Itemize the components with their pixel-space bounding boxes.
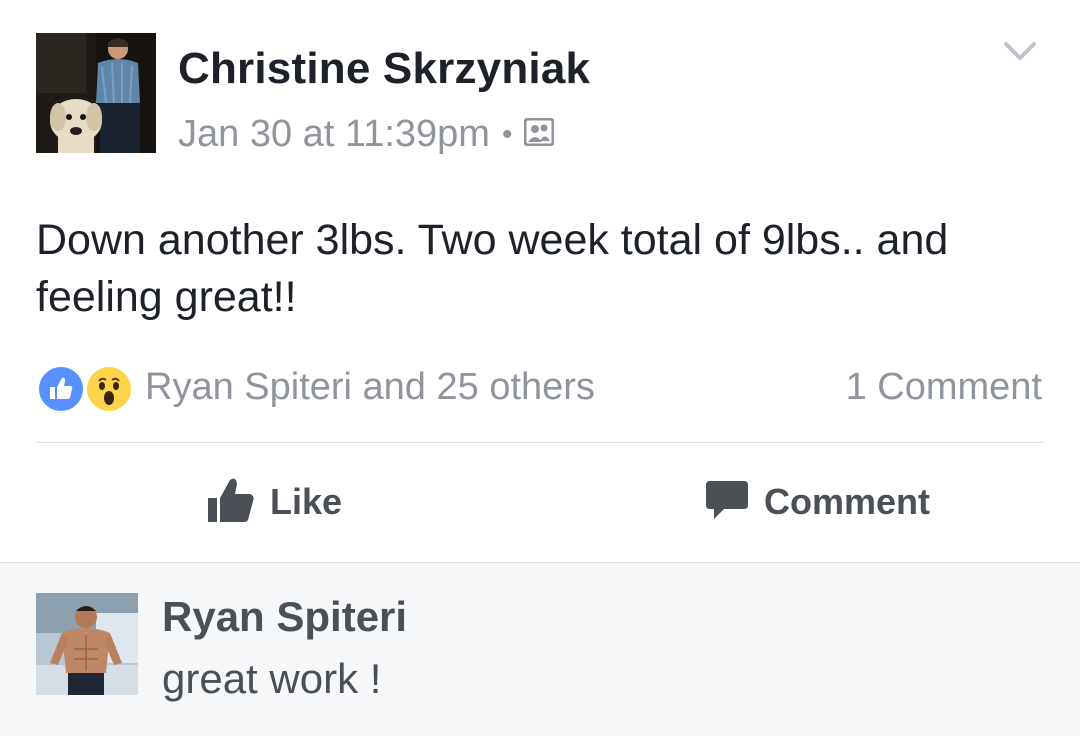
- comment-count[interactable]: 1 Comment: [846, 366, 1042, 409]
- commenter-avatar[interactable]: [36, 593, 138, 695]
- author-avatar[interactable]: [36, 33, 156, 153]
- like-label: Like: [270, 481, 343, 522]
- like-reaction-icon: [36, 364, 86, 414]
- author-name[interactable]: Christine Skrzyniak: [178, 44, 590, 94]
- reactors-summary[interactable]: Ryan Spiteri and 25 others: [145, 366, 595, 409]
- divider: [36, 442, 1044, 443]
- like-button[interactable]: Like: [206, 472, 342, 532]
- comment-icon: [704, 477, 750, 528]
- comment-text: great work !: [162, 655, 382, 702]
- wow-reaction-icon: [84, 364, 134, 414]
- chevron-down-icon[interactable]: [1000, 36, 1040, 66]
- comment-button[interactable]: Comment: [704, 472, 930, 532]
- friends-icon: [523, 113, 555, 156]
- meta-separator: •: [501, 117, 513, 151]
- commenter-name[interactable]: Ryan Spiteri: [162, 593, 407, 641]
- comment-label: Comment: [764, 481, 931, 522]
- post-card: Christine Skrzyniak Jan 30 at 11:39pm • …: [0, 0, 1080, 562]
- post-timestamp[interactable]: Jan 30 at 11:39pm: [178, 113, 490, 156]
- post-text: Down another 3lbs. Two week total of 9lb…: [36, 216, 949, 321]
- post-meta: Jan 30 at 11:39pm •: [178, 113, 555, 156]
- thumbs-up-icon: [206, 476, 256, 529]
- comments-section: Ryan Spiteri great work !: [0, 562, 1080, 736]
